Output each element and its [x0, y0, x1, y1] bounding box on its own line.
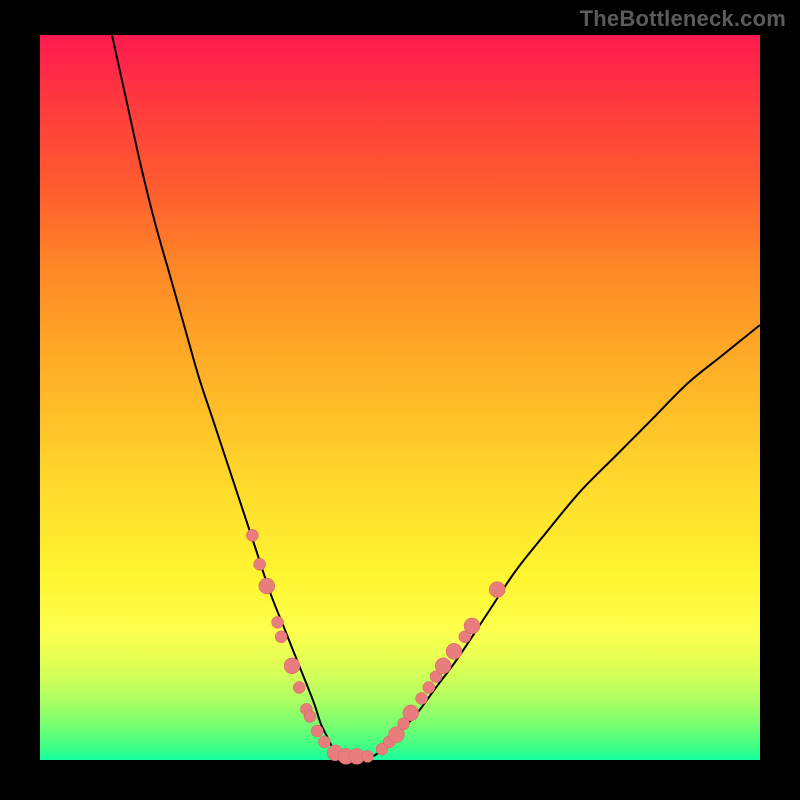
data-point — [275, 631, 287, 643]
data-point — [293, 682, 305, 694]
data-point — [362, 750, 374, 762]
data-point — [318, 736, 330, 748]
data-point — [254, 558, 266, 570]
data-point — [259, 578, 275, 594]
data-point — [416, 692, 428, 704]
chart-frame: TheBottleneck.com — [0, 0, 800, 800]
data-point — [311, 725, 323, 737]
data-point — [435, 658, 451, 674]
data-point — [446, 643, 462, 659]
bottleneck-curve — [112, 35, 760, 761]
data-point — [489, 582, 505, 598]
data-point — [284, 658, 300, 674]
data-point — [304, 711, 316, 723]
plot-area — [40, 35, 760, 760]
data-point — [464, 618, 480, 634]
watermark-text: TheBottleneck.com — [580, 6, 786, 32]
chart-svg — [40, 35, 760, 760]
data-point — [246, 529, 258, 541]
data-point — [403, 705, 419, 721]
data-point — [423, 682, 435, 694]
data-point — [272, 616, 284, 628]
